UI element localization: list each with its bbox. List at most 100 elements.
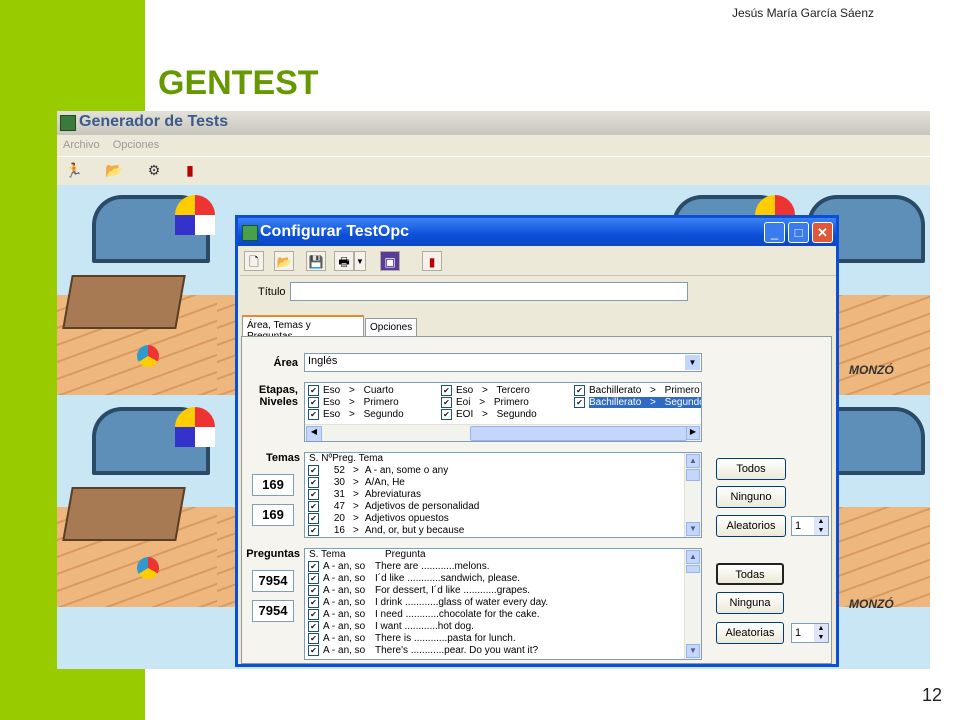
configurar-dialog: Configurar TestOpc _ □ ✕ 🗋 📂 💾 🖶 ▼ ▣ ▮ T… bbox=[235, 215, 839, 667]
checkbox[interactable]: ✔ bbox=[308, 609, 319, 620]
configure-icon[interactable]: ⚙ bbox=[145, 161, 163, 179]
aleatorios-button[interactable]: Aleatorios bbox=[716, 515, 786, 537]
temas-vscroll-thumb[interactable] bbox=[686, 469, 700, 481]
menu-opciones[interactable]: Opciones bbox=[107, 136, 163, 151]
illustration-signature: MONZÓ bbox=[849, 597, 894, 611]
checkbox[interactable]: ✔ bbox=[308, 561, 319, 572]
checkbox[interactable]: ✔ bbox=[308, 573, 319, 584]
stepper-up-icon[interactable]: ▲ bbox=[814, 517, 828, 526]
checkbox[interactable]: ✔ bbox=[308, 397, 319, 408]
scroll-right-icon[interactable]: ▶ bbox=[686, 426, 700, 440]
open-folder-icon[interactable]: 📂 bbox=[274, 251, 294, 271]
scroll-up-icon[interactable]: ▲ bbox=[686, 454, 700, 468]
tema-row[interactable]: ✔ 31 > Abreviaturas bbox=[305, 489, 701, 501]
checkbox[interactable]: ✔ bbox=[308, 621, 319, 632]
preguntas-vscroll-thumb[interactable] bbox=[686, 565, 700, 573]
todas-button[interactable]: Todas bbox=[716, 563, 784, 585]
temas-list[interactable]: S. NºPreg. Tema ✔ 52 > A - an, some o any ✔… bbox=[304, 452, 702, 538]
tema-row[interactable]: ✔ 47 > Adjetivos de personalidad bbox=[305, 501, 701, 513]
etapas-list[interactable]: ✔ Eso > Cuarto ✔ Eso > Primero ✔ Eso > Segu… bbox=[304, 382, 702, 442]
ninguno-button[interactable]: Ninguno bbox=[716, 486, 786, 508]
illustration-signature: MONZÓ bbox=[849, 363, 894, 377]
pregunta-row[interactable]: ✔ A - an, so I want ............hot dog. bbox=[305, 621, 701, 633]
exit-door-icon[interactable]: ▮ bbox=[181, 161, 199, 179]
etapa-item[interactable]: ✔ Eso > Primero bbox=[305, 397, 440, 409]
checkbox[interactable]: ✔ bbox=[308, 409, 319, 420]
run-icon[interactable]: 🏃 bbox=[65, 161, 83, 179]
save-icon[interactable]: 💾 bbox=[306, 251, 326, 271]
etapa-item[interactable]: ✔ Eso > Segundo bbox=[305, 409, 440, 421]
etapa-item[interactable]: ✔ Eso > Cuarto bbox=[305, 385, 440, 397]
print-dropdown-icon[interactable]: ▼ bbox=[354, 251, 366, 271]
tema-row[interactable]: ✔ 16 > And, or, but y because bbox=[305, 525, 701, 537]
stepper-up-icon[interactable]: ▲ bbox=[814, 624, 828, 633]
pregunta-row[interactable]: ✔ A - an, so I need ............chocolate … bbox=[305, 609, 701, 621]
ninguna-button[interactable]: Ninguna bbox=[716, 592, 784, 614]
open-folder-icon[interactable]: 📂 bbox=[105, 161, 123, 179]
preguntas-vscroll[interactable]: ▲ ▼ bbox=[684, 549, 701, 659]
checkbox[interactable]: ✔ bbox=[308, 489, 319, 500]
print-icon[interactable]: 🖶 bbox=[334, 251, 354, 271]
temas-vscroll[interactable]: ▲ ▼ bbox=[684, 453, 701, 537]
maximize-icon[interactable]: □ bbox=[788, 222, 809, 243]
checkbox[interactable]: ✔ bbox=[308, 385, 319, 396]
checkbox[interactable]: ✔ bbox=[441, 385, 452, 396]
tema-row[interactable]: ✔ 52 > A - an, some o any bbox=[305, 465, 701, 477]
tema-row[interactable]: ✔ 20 > Adjetivos opuestos bbox=[305, 513, 701, 525]
checkbox[interactable]: ✔ bbox=[308, 597, 319, 608]
stepper-down-icon[interactable]: ▼ bbox=[814, 526, 828, 535]
pregunta-row[interactable]: ✔ A - an, so There is ............pasta fo… bbox=[305, 633, 701, 645]
preguntas-list[interactable]: S. Tema Pregunta ✔ A - an, so There are ...… bbox=[304, 548, 702, 660]
tema-row[interactable]: ✔ 30 > A/An, He bbox=[305, 477, 701, 489]
app-icon bbox=[60, 115, 76, 131]
scroll-down-icon[interactable]: ▼ bbox=[686, 644, 700, 658]
scroll-down-icon[interactable]: ▼ bbox=[686, 522, 700, 536]
new-file-icon[interactable]: 🗋 bbox=[244, 251, 264, 271]
close-icon[interactable]: ✕ bbox=[812, 222, 833, 243]
etapa-item[interactable]: ✔ Eso > Tercero bbox=[438, 385, 573, 397]
pregunta-row[interactable]: ✔ A - an, so For dessert, I´d like .......… bbox=[305, 585, 701, 597]
pregunta-row[interactable]: ✔ A - an, so I drink ............glass of … bbox=[305, 597, 701, 609]
pregunta-row[interactable]: ✔ A - an, so There's ............pear. Do … bbox=[305, 645, 701, 657]
preguntas-count-selected: 7954 bbox=[252, 600, 294, 622]
minimize-icon[interactable]: _ bbox=[764, 222, 785, 243]
area-select[interactable]: Inglés ▼ bbox=[304, 353, 702, 372]
checkbox[interactable]: ✔ bbox=[441, 409, 452, 420]
checkbox[interactable]: ✔ bbox=[574, 385, 585, 396]
checkbox[interactable]: ✔ bbox=[308, 633, 319, 644]
checkbox[interactable]: ✔ bbox=[308, 465, 319, 476]
etapa-item[interactable]: ✔ Eoi > Primero bbox=[438, 397, 573, 409]
preview-icon[interactable]: ▣ bbox=[380, 251, 400, 271]
tab-area-temas[interactable]: Área, Temas y Preguntas bbox=[242, 315, 364, 342]
exit-door-icon[interactable]: ▮ bbox=[422, 251, 442, 271]
checkbox[interactable]: ✔ bbox=[308, 477, 319, 488]
checkbox[interactable]: ✔ bbox=[308, 525, 319, 536]
etapas-hscroll-thumb[interactable] bbox=[470, 426, 687, 441]
temas-list-header: S. NºPreg. Tema bbox=[305, 453, 701, 465]
etapa-item[interactable]: ✔ Bachillerato > Primero bbox=[571, 385, 701, 397]
checkbox[interactable]: ✔ bbox=[441, 397, 452, 408]
preguntas-random-stepper[interactable]: 1 ▲ ▼ bbox=[791, 623, 829, 643]
menu-archivo[interactable]: Archivo bbox=[57, 136, 104, 151]
aleatorias-button[interactable]: Aleatorias bbox=[716, 622, 784, 644]
scroll-left-icon[interactable]: ◀ bbox=[306, 426, 322, 441]
etapa-item-selected[interactable]: ✔ Bachillerato > Segundo bbox=[571, 397, 701, 409]
etapa-item[interactable]: ✔ EOI > Segundo bbox=[438, 409, 573, 421]
checkbox[interactable]: ✔ bbox=[574, 397, 585, 408]
stepper-down-icon[interactable]: ▼ bbox=[814, 633, 828, 642]
todos-button[interactable]: Todos bbox=[716, 458, 786, 480]
temas-random-stepper[interactable]: 1 ▲ ▼ bbox=[791, 516, 829, 536]
etapas-hscroll[interactable]: ◀ ▶ bbox=[305, 424, 701, 441]
chevron-down-icon[interactable]: ▼ bbox=[685, 355, 700, 370]
checkbox[interactable]: ✔ bbox=[308, 645, 319, 656]
pregunta-row[interactable]: ✔ A - an, so There are ............melons. bbox=[305, 561, 701, 573]
checkbox[interactable]: ✔ bbox=[308, 513, 319, 524]
dialog-toolbar: 🗋 📂 💾 🖶 ▼ ▣ ▮ bbox=[240, 249, 836, 276]
tab-opciones[interactable]: Opciones bbox=[365, 318, 417, 336]
temas-count-selected: 169 bbox=[252, 504, 294, 526]
checkbox[interactable]: ✔ bbox=[308, 501, 319, 512]
pregunta-row[interactable]: ✔ A - an, so I´d like ............sandwich… bbox=[305, 573, 701, 585]
titulo-field[interactable] bbox=[290, 282, 688, 301]
checkbox[interactable]: ✔ bbox=[308, 585, 319, 596]
scroll-up-icon[interactable]: ▲ bbox=[686, 550, 700, 564]
